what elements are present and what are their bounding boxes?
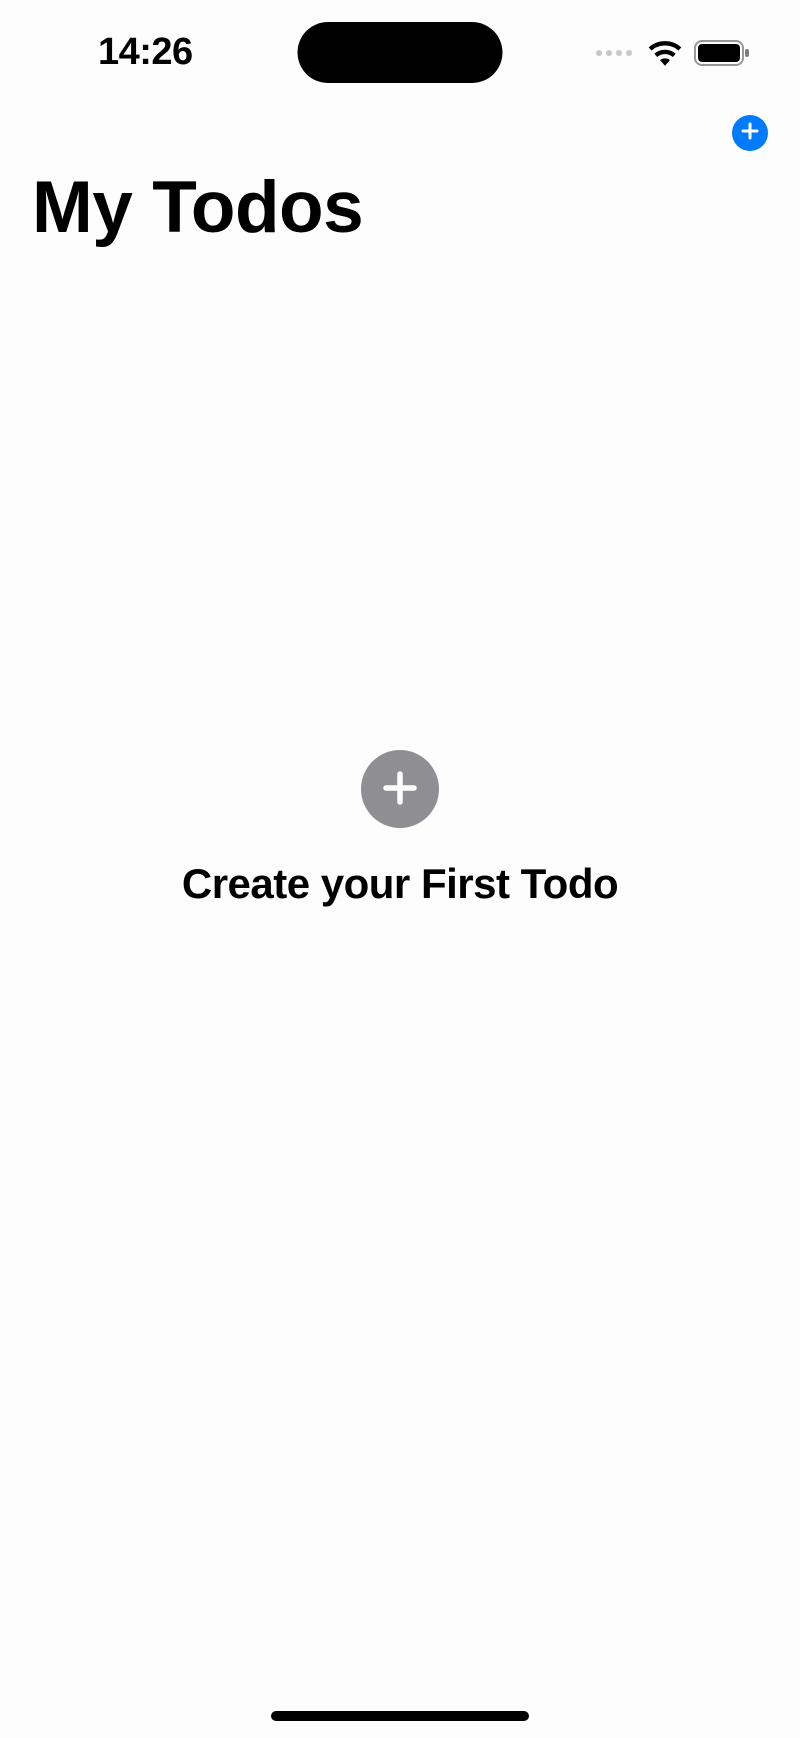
cellular-signal-icon: [596, 50, 632, 56]
wifi-icon: [648, 40, 682, 66]
plus-icon: [740, 121, 760, 144]
add-todo-button[interactable]: [732, 115, 768, 151]
home-indicator[interactable]: [271, 1711, 529, 1721]
battery-icon: [694, 40, 750, 66]
title-area: My Todos: [0, 166, 800, 249]
status-bar: 14:26: [0, 0, 800, 105]
plus-icon: [379, 767, 421, 812]
navigation-bar: [0, 105, 800, 160]
status-right: [596, 40, 750, 66]
empty-state-add-button[interactable]: [361, 750, 439, 828]
empty-state: Create your First Todo: [182, 750, 618, 908]
page-title: My Todos: [32, 166, 768, 249]
dynamic-island: [298, 22, 503, 83]
status-time: 14:26: [98, 31, 193, 74]
empty-state-message: Create your First Todo: [182, 860, 618, 908]
main-content: Create your First Todo: [0, 0, 800, 1738]
